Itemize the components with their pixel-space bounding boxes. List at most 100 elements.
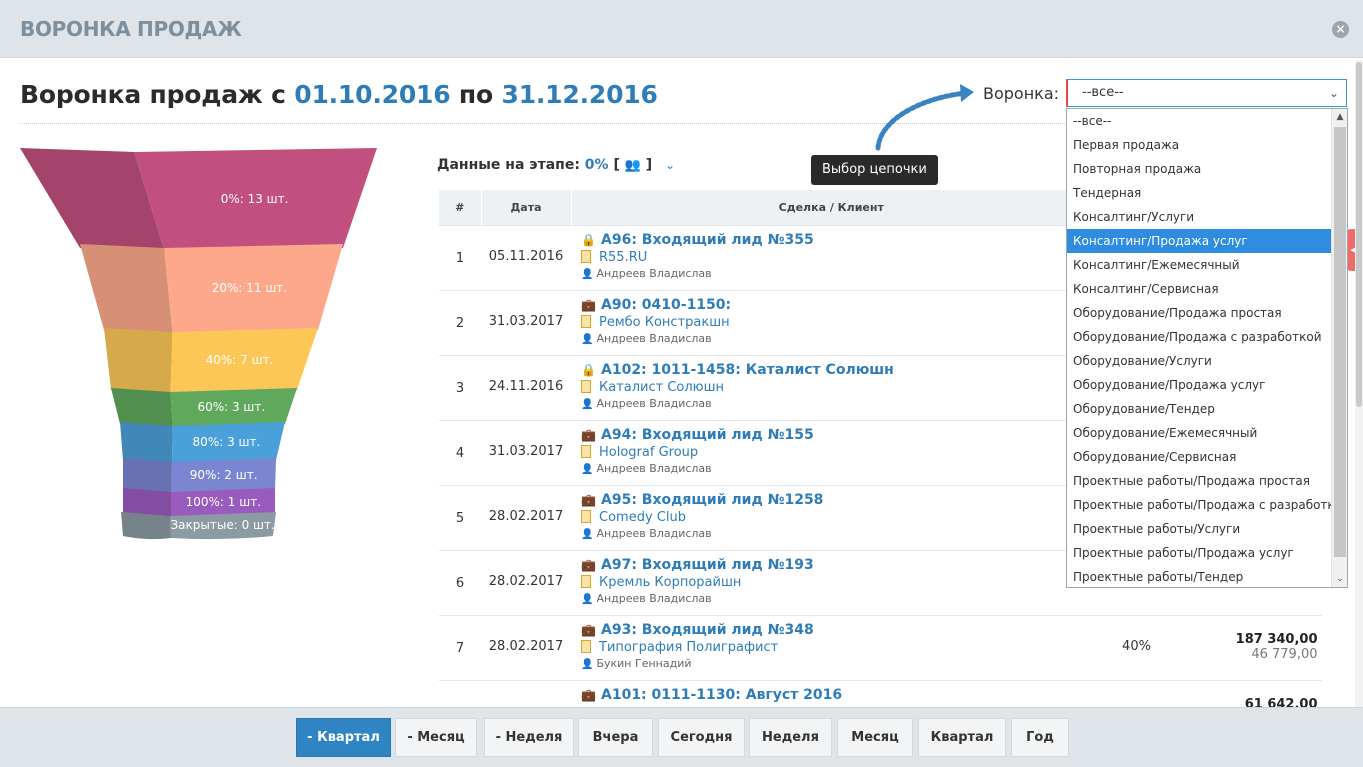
sum-main: 187 340,00 <box>1235 631 1318 647</box>
deal-client[interactable]: Типография Полиграфист <box>581 639 1092 655</box>
scroll-down-icon[interactable]: ⌄ <box>1332 571 1347 587</box>
deal-title[interactable]: 💼 А97: Входящий лид №193 <box>581 557 1092 573</box>
deal-title[interactable]: 💼 А93: Входящий лид №348 <box>581 622 1092 638</box>
deal-client[interactable]: Holograf Group <box>581 444 1092 460</box>
scroll-up-icon[interactable]: ▲ <box>1332 109 1347 125</box>
period-button[interactable]: Квартал <box>918 718 1006 757</box>
dropdown-option[interactable]: Оборудование/Тендер <box>1067 397 1331 421</box>
deal-title[interactable]: 💼 А95: Входящий лид №1258 <box>581 492 1092 508</box>
deal-title[interactable]: 💼 А90: 0410-1150: <box>581 297 1092 313</box>
chevron-down-icon[interactable]: ⌄ <box>665 158 675 172</box>
row-deal: 💼 А94: Входящий лид №155 Holograf Group 👤 Ан… <box>571 419 1092 485</box>
page-title: Воронка продаж с 01.10.2016 по 31.12.201… <box>20 80 658 109</box>
funnel-select[interactable]: --все-- ⌄ <box>1066 79 1347 107</box>
dropdown-option[interactable]: Проектные работы/Продажа с разработкой <box>1067 493 1347 517</box>
period-button[interactable]: - Квартал <box>296 718 391 757</box>
close-icon[interactable]: × <box>1332 21 1349 38</box>
document-icon <box>581 379 591 393</box>
dropdown-option[interactable]: Оборудование/Продажа простая <box>1067 301 1331 325</box>
funnel-stage-label: 40%: 7 шт. <box>206 353 274 367</box>
deal-title[interactable]: 🔒 А102: 1011-1458: Каталист Солюшн <box>581 362 1092 378</box>
funnel-stage-label: 100%: 1 шт. <box>186 495 261 509</box>
row-date: 31.03.2017 <box>481 419 571 485</box>
deal-owner: 👤 Андреев Владислав <box>581 331 712 345</box>
dropdown-option[interactable]: Консалтинг/Услуги <box>1067 205 1331 229</box>
title-prefix: Воронка продаж с <box>20 80 286 109</box>
funnel-stage-side <box>123 458 172 494</box>
dropdown-option[interactable]: Оборудование/Ежемесячный <box>1067 421 1331 445</box>
table-row[interactable]: 7 28.02.2017 💼 А93: Входящий лид №348 Типогр… <box>439 614 1322 680</box>
dropdown-option[interactable]: Проектные работы/Услуги <box>1067 517 1331 541</box>
deal-client[interactable]: Каталист Солюшн <box>581 379 1092 395</box>
deal-client[interactable]: Comedy Club <box>581 509 1092 525</box>
row-date: 05.11.2016 <box>481 224 571 290</box>
period-button[interactable]: Сегодня <box>658 718 745 757</box>
dropdown-option[interactable]: Оборудование/Продажа услуг <box>1067 373 1331 397</box>
period-button[interactable]: - Неделя <box>484 718 574 757</box>
dropdown-option[interactable]: Оборудование/Услуги <box>1067 349 1331 373</box>
period-button[interactable]: Вчера <box>578 718 653 757</box>
dropdown-option[interactable]: Оборудование/Сервисная <box>1067 445 1331 469</box>
deal-client[interactable]: R55.RU <box>581 249 1092 265</box>
deal-title[interactable]: 💼 А94: Входящий лид №155 <box>581 427 1092 443</box>
document-icon <box>581 509 591 523</box>
dropdown-option[interactable]: Проектные работы/Тендер <box>1067 565 1331 587</box>
scrollbar-thumb[interactable] <box>1334 127 1346 557</box>
row-number: 4 <box>439 419 481 485</box>
page-scrollbar[interactable] <box>1355 60 1363 708</box>
row-date: 31.03.2017 <box>481 289 571 355</box>
user-icon: 👤 <box>581 658 594 670</box>
deal-owner: 👤 Андреев Владислав <box>581 591 712 605</box>
modal-header: ВОРОНКА ПРОДАЖ × <box>0 0 1363 58</box>
period-button[interactable]: Месяц <box>837 718 913 757</box>
dropdown-option[interactable]: Проектные работы/Продажа простая <box>1067 469 1331 493</box>
dropdown-option[interactable]: Повторная продажа <box>1067 157 1331 181</box>
sales-funnel-chart: 0%: 13 шт. 20%: 11 шт. 40%: 7 шт. 60%: 3 шт… <box>20 148 377 540</box>
col-num: # <box>439 190 482 225</box>
period-button[interactable]: Неделя <box>749 718 832 757</box>
deal-client[interactable]: Кремль Корпорайшн <box>581 574 1092 590</box>
funnel-stage-label: 80%: 3 шт. <box>193 435 261 449</box>
people-icon[interactable]: 👥 <box>625 158 641 173</box>
chevron-down-icon: ⌄ <box>1328 86 1339 100</box>
deal-owner: 👤 Андреев Владислав <box>581 461 712 475</box>
funnel-select-value: --все-- <box>1082 85 1124 100</box>
dropdown-option[interactable]: Оборудование/Продажа с разработкой <box>1067 325 1331 349</box>
col-date: Дата <box>481 190 572 225</box>
row-percent: 40% <box>1091 614 1182 680</box>
deal-title[interactable]: 🔒 А96: Входящий лид №355 <box>581 232 1092 248</box>
dropdown-option[interactable]: Проектные работы/Продажа услуг <box>1067 541 1331 565</box>
user-icon: 👤 <box>581 398 594 410</box>
deal-client[interactable]: Рембо Констракшн <box>581 314 1092 330</box>
period-button[interactable]: - Месяц <box>395 718 477 757</box>
dropdown-option[interactable]: Первая продажа <box>1067 133 1331 157</box>
deal-owner: 👤 Андреев Владислав <box>581 526 712 540</box>
dropdown-option[interactable]: Тендерная <box>1067 181 1331 205</box>
page-scrollbar-thumb[interactable] <box>1356 62 1362 407</box>
dropdown-option[interactable]: --все-- <box>1067 109 1331 133</box>
deal-title[interactable]: 💼 А101: 0111-1130: Август 2016 <box>581 687 1092 703</box>
dropdown-option[interactable]: Консалтинг/Сервисная <box>1067 277 1331 301</box>
briefcase-icon: 💼 <box>581 297 596 312</box>
dropdown-scrollbar[interactable]: ▲ ⌄ <box>1331 109 1347 587</box>
hint-arrow-icon <box>875 84 974 151</box>
briefcase-icon: 💼 <box>581 427 596 442</box>
document-icon <box>581 639 591 653</box>
dropdown-option[interactable]: Консалтинг/Ежемесячный <box>1067 253 1331 277</box>
dropdown-option[interactable]: Консалтинг/Продажа услуг <box>1067 229 1331 253</box>
row-date: 28.02.2017 <box>481 484 571 550</box>
row-deal: 💼 А90: 0410-1150: Рембо Констракшн 👤 Андреев… <box>571 289 1092 355</box>
title-middle: по <box>458 80 493 109</box>
col-deal: Сделка / Клиент <box>571 190 1092 225</box>
row-deal: 🔒 А102: 1011-1458: Каталист Солюшн Каталис… <box>571 354 1092 420</box>
period-footer: - Квартал - Месяц - Неделя Вчера Сегодня Неде… <box>0 707 1363 767</box>
period-button[interactable]: Год <box>1011 718 1069 757</box>
briefcase-icon: 💼 <box>581 492 596 507</box>
briefcase-icon: 💼 <box>581 622 596 637</box>
briefcase-icon: 💼 <box>581 687 596 702</box>
stage-info-label: Данные на этапе: <box>437 157 580 173</box>
lock-icon: 🔒 <box>581 362 596 377</box>
modal-title: ВОРОНКА ПРОДАЖ <box>20 17 242 41</box>
row-number: 7 <box>439 614 481 680</box>
stage-info-value[interactable]: 0% <box>585 157 609 173</box>
